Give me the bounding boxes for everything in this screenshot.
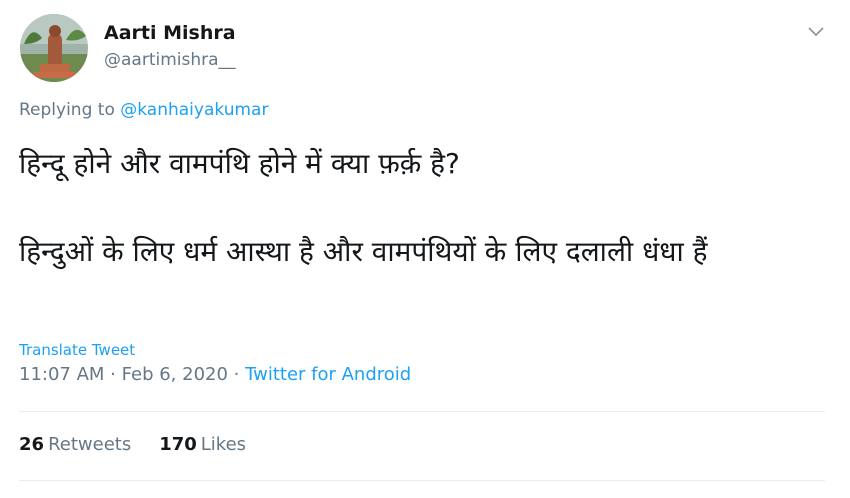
replying-prefix: Replying to xyxy=(19,100,115,120)
meta-separator: · xyxy=(104,364,122,385)
tweet-card: Aarti Mishra @aartimishra__ Replying to … xyxy=(0,0,850,498)
divider xyxy=(19,480,825,481)
likes-stat[interactable]: 170 Likes xyxy=(159,434,246,455)
avatar[interactable] xyxy=(20,14,88,82)
tweet-stats: 26 Retweets 170 Likes xyxy=(19,434,246,455)
avatar-image xyxy=(20,14,88,82)
retweets-label: Retweets xyxy=(48,434,132,455)
author-name[interactable]: Aarti Mishra xyxy=(104,22,236,44)
retweets-stat[interactable]: 26 Retweets xyxy=(19,434,131,455)
divider xyxy=(19,411,825,412)
likes-count: 170 xyxy=(159,434,197,455)
reply-mention-link[interactable]: @kanhaiyakumar xyxy=(120,100,268,120)
translate-tweet-link[interactable]: Translate Tweet xyxy=(19,341,135,359)
author-handle[interactable]: @aartimishra__ xyxy=(104,50,236,70)
tweet-line-1: हिन्दू होने और वामपंथि होने में क्या फ़र… xyxy=(19,147,460,180)
likes-label: Likes xyxy=(200,434,247,455)
tweet-meta: 11:07 AM · Feb 6, 2020 · Twitter for And… xyxy=(19,364,411,385)
tweet-text: हिन्दू होने और वामपंथि होने में क्या फ़र… xyxy=(19,142,819,274)
chevron-down-icon xyxy=(808,27,824,37)
retweets-count: 26 xyxy=(19,434,45,455)
tweet-source-link[interactable]: Twitter for Android xyxy=(245,364,411,385)
replying-to: Replying to @kanhaiyakumar xyxy=(19,100,268,120)
tweet-menu-button[interactable] xyxy=(802,20,830,44)
tweet-line-2: हिन्दुओं के लिए धर्म आस्था है और वामपंथि… xyxy=(19,235,708,268)
tweet-date[interactable]: Feb 6, 2020 xyxy=(122,364,228,385)
meta-separator: · xyxy=(227,364,246,385)
tweet-time[interactable]: 11:07 AM xyxy=(19,364,104,385)
